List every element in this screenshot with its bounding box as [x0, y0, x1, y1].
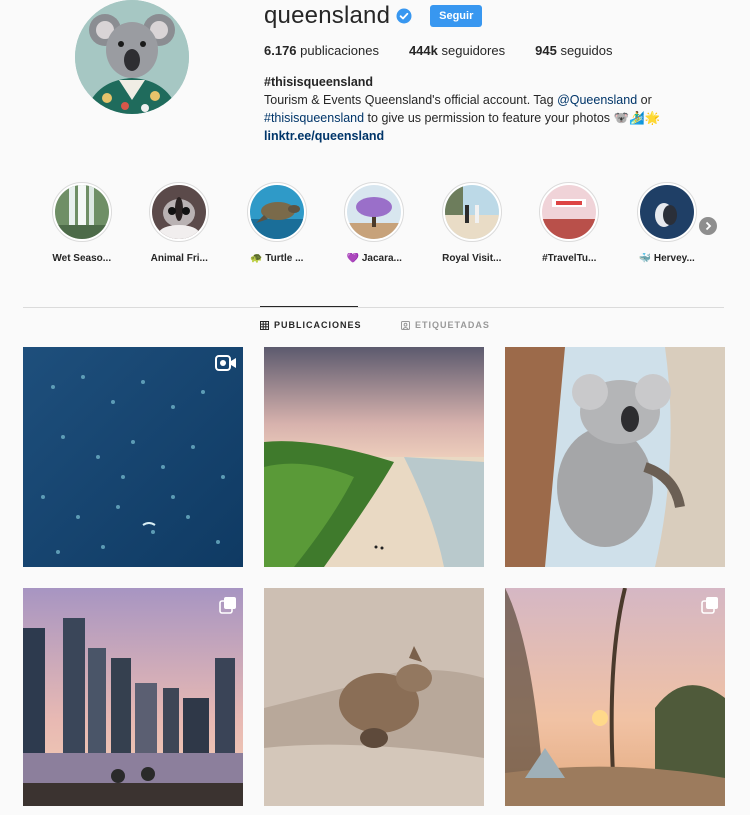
post-tile[interactable]	[505, 588, 725, 808]
highlight-label: 🐳 Hervey...	[638, 253, 695, 264]
highlight-wet-season[interactable]: Wet Seaso...	[33, 182, 131, 264]
post-tile[interactable]	[23, 347, 243, 567]
bio-website-link[interactable]: linktr.ee/queensland	[264, 127, 704, 145]
profile-username: queensland	[264, 2, 391, 29]
follow-button[interactable]: Seguir	[430, 5, 483, 27]
waterfall-icon	[54, 185, 109, 239]
bio-line2-text: to give us permission to feature your ph…	[364, 111, 661, 125]
posts-count: 6.176	[264, 43, 297, 58]
highlight-turtle[interactable]: 🐢 Turtle ...	[228, 182, 326, 264]
active-tab-indicator	[260, 306, 358, 307]
tab-posts-label: PUBLICACIONES	[274, 320, 362, 330]
page-bottom-edge	[0, 806, 750, 815]
followers-label: seguidores	[441, 43, 506, 58]
tagged-icon	[401, 320, 410, 330]
ocean-rays-image	[23, 347, 243, 567]
tabs-divider	[23, 307, 724, 308]
turtle-icon	[249, 185, 304, 239]
posts-label: publicaciones	[300, 43, 379, 58]
highlight-label: Wet Seaso...	[52, 253, 112, 264]
post-tile[interactable]	[23, 588, 243, 808]
tab-posts[interactable]: PUBLICACIONES	[260, 320, 362, 330]
followers-stat[interactable]: 444k seguidores	[409, 43, 505, 58]
story-highlights: Wet Seaso... Animal Fri... 🐢 Turtle ... …	[33, 182, 716, 264]
jacaranda-tree-icon	[347, 185, 402, 239]
highlight-label: 💜 Jacara...	[346, 253, 402, 264]
tab-tagged-label: ETIQUETADAS	[415, 320, 490, 330]
following-count: 945	[535, 43, 557, 58]
sugar-glider-icon	[152, 185, 207, 239]
campsite-image	[505, 588, 725, 808]
post-tile[interactable]	[264, 347, 484, 567]
boat-rocks-icon	[542, 185, 597, 239]
beach-people-icon	[444, 185, 499, 239]
username-row: queensland Seguir	[264, 2, 483, 30]
chevron-right-icon	[705, 221, 712, 231]
highlight-label: Animal Fri...	[150, 253, 208, 264]
bio-hashtag: #thisisqueensland	[264, 75, 374, 89]
rock-wallaby-image	[264, 588, 484, 808]
bio-line1-text: Tourism & Events Queensland's official a…	[264, 93, 558, 107]
following-stat[interactable]: 945 seguidos	[535, 43, 612, 58]
followers-count: 444k	[408, 43, 438, 58]
beach-palms-image	[264, 347, 484, 567]
highlight-travel-tuesday[interactable]: #TravelTu...	[521, 182, 619, 264]
highlights-next-button[interactable]	[699, 217, 717, 235]
post-tile[interactable]	[505, 347, 725, 567]
whale-icon	[639, 185, 694, 239]
highlight-label: #TravelTu...	[542, 253, 597, 264]
bio-line1-end: or	[637, 93, 652, 107]
profile-avatar[interactable]	[75, 0, 189, 114]
bio-line-2: #thisisqueensland to give us permission …	[264, 109, 704, 127]
grid-icon	[260, 320, 269, 330]
bio-mention-link[interactable]: @Queensland	[557, 93, 637, 107]
city-skyline-image	[23, 588, 243, 808]
tab-tagged[interactable]: ETIQUETADAS	[401, 320, 490, 330]
video-icon	[215, 355, 237, 371]
highlight-animal-friends[interactable]: Animal Fri...	[131, 182, 229, 264]
highlight-label: 🐢 Turtle ...	[250, 253, 304, 264]
bio-line-1: Tourism & Events Queensland's official a…	[264, 91, 704, 109]
post-tile[interactable]	[264, 588, 484, 808]
carousel-icon	[219, 596, 237, 614]
highlight-jacaranda[interactable]: 💜 Jacara...	[326, 182, 424, 264]
profile-stats: 6.176 publicaciones 444k seguidores 945 …	[264, 43, 642, 58]
verified-badge-icon	[396, 8, 412, 24]
bio-hashtag-link[interactable]: #thisisqueensland	[264, 111, 364, 125]
profile-bio: #thisisqueensland Tourism & Events Queen…	[264, 73, 704, 145]
highlight-label: Royal Visit...	[442, 253, 502, 264]
following-label: seguidos	[560, 43, 613, 58]
carousel-icon	[701, 596, 719, 614]
highlight-royal-visit[interactable]: Royal Visit...	[423, 182, 521, 264]
koala-tree-image	[505, 347, 725, 567]
posts-stat: 6.176 publicaciones	[264, 43, 379, 58]
